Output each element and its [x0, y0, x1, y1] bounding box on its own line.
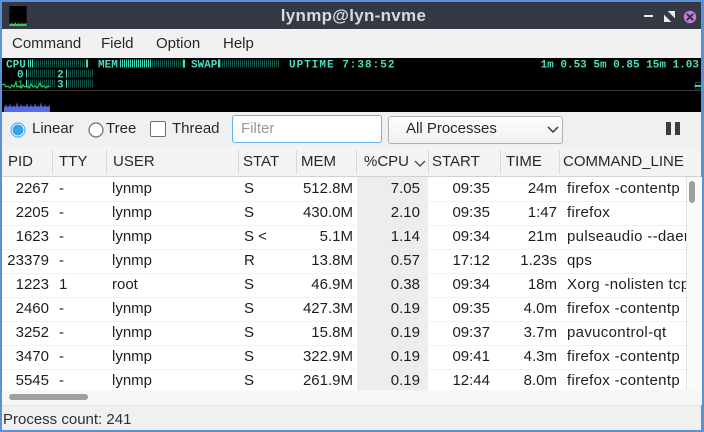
svg-text:SWAP: SWAP [191, 60, 218, 72]
svg-text:UPTIME 7:38:52: UPTIME 7:38:52 [289, 60, 395, 72]
svg-text:1m 0.53 5m 0.85 15m 1.03: 1m 0.53 5m 0.85 15m 1.03 [541, 60, 700, 72]
svg-text:MEM: MEM [98, 60, 118, 72]
